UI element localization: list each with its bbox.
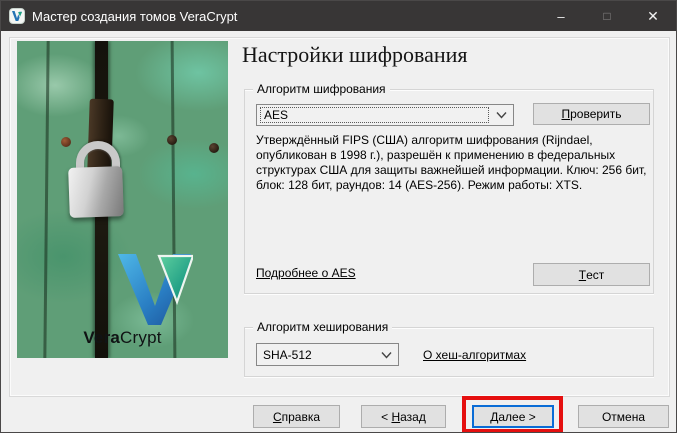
padlock-icon <box>68 166 124 218</box>
close-icon[interactable]: ✕ <box>630 1 676 31</box>
encryption-group-label: Алгоритм шифрования <box>253 82 390 96</box>
bolt-icon <box>167 135 177 145</box>
bolt-icon <box>61 137 71 147</box>
benchmark-button[interactable]: Тест <box>533 263 650 286</box>
window-title: Мастер создания томов VeraCrypt <box>32 9 237 24</box>
encryption-algorithm-value: AES <box>260 107 489 123</box>
minimize-icon[interactable]: – <box>538 1 584 31</box>
window-controls: – □ ✕ <box>538 1 676 31</box>
chevron-down-icon <box>381 351 392 358</box>
veracrypt-logo-text: VeraCrypt <box>17 328 228 348</box>
more-about-aes-link[interactable]: Подробнее о AES <box>256 266 356 280</box>
veracrypt-wizard-window: Мастер создания томов VeraCrypt – □ ✕ <box>0 0 677 433</box>
title-bar: Мастер создания томов VeraCrypt – □ ✕ <box>1 1 676 31</box>
encryption-algorithm-select[interactable]: AES <box>256 104 514 126</box>
bolt-icon <box>209 143 219 153</box>
door-plank-line <box>43 41 49 358</box>
hash-algorithm-select[interactable]: SHA-512 <box>256 343 399 366</box>
veracrypt-app-icon <box>9 8 25 24</box>
back-button[interactable]: < Назад <box>361 405 446 428</box>
algorithm-description: Утверждённый FIPS (США) алгоритм шифрова… <box>256 133 650 193</box>
help-button[interactable]: Справка <box>253 405 340 428</box>
door-photo: VeraCrypt <box>17 41 228 358</box>
check-button[interactable]: Проверить <box>533 103 650 125</box>
veracrypt-logo-icon <box>117 254 193 331</box>
next-button[interactable]: Далее > <box>472 405 554 428</box>
cancel-button[interactable]: Отмена <box>578 405 669 428</box>
hash-info-link[interactable]: О хеш-алгоритмах <box>423 348 526 362</box>
chevron-down-icon <box>496 112 507 119</box>
hash-group-label: Алгоритм хеширования <box>253 320 392 334</box>
page-title: Настройки шифрования <box>242 42 468 68</box>
maximize-icon[interactable]: □ <box>584 1 630 31</box>
hash-algorithm-value: SHA-512 <box>260 346 374 363</box>
